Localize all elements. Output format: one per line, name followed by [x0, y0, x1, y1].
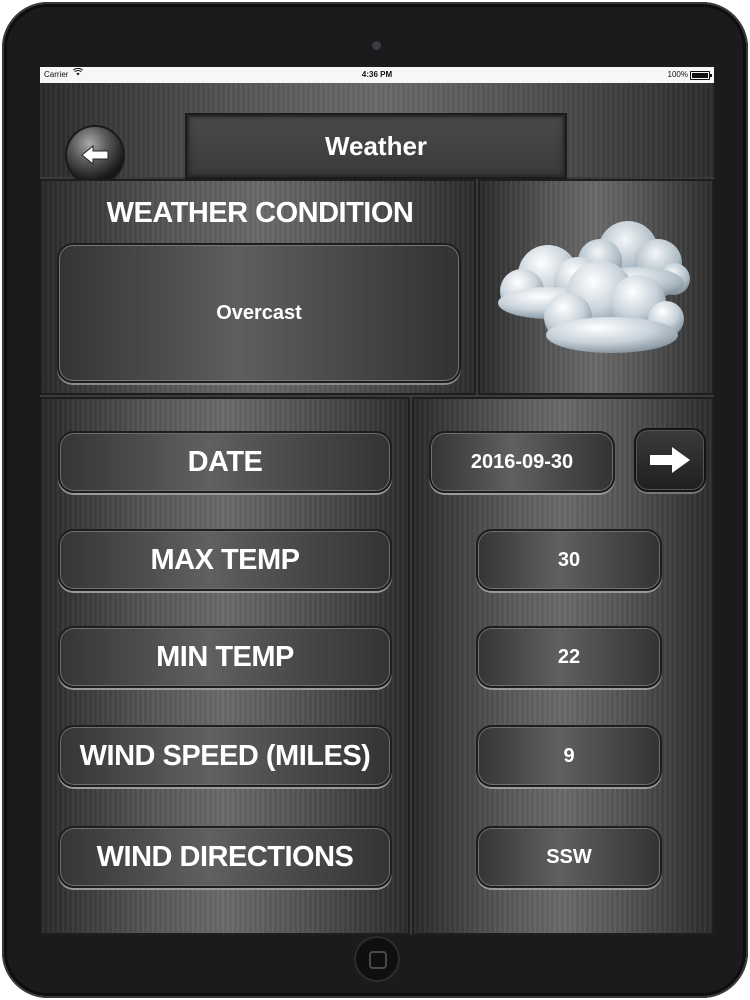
- max-temp-value: 30: [476, 529, 662, 591]
- back-button[interactable]: [67, 127, 123, 183]
- condition-heading: WEATHER CONDITION: [106, 197, 414, 229]
- tablet-frame: Carrier 4:36 PM 100% Weather WEATHER CON…: [2, 2, 748, 998]
- condition-value: Overcast: [216, 301, 302, 324]
- battery-percent: 100%: [667, 70, 688, 79]
- arrow-left-icon: [81, 144, 109, 166]
- wind-direction-value: SSW: [476, 826, 662, 888]
- camera-icon: [372, 41, 381, 50]
- next-day-button[interactable]: [634, 428, 706, 492]
- status-time: 4:36 PM: [361, 70, 393, 79]
- home-button-icon: [369, 951, 387, 969]
- app-screen: Carrier 4:36 PM 100% Weather WEATHER CON…: [40, 67, 714, 935]
- wind-speed-label: WIND SPEED (MILES): [58, 725, 392, 787]
- max-temp-label: MAX TEMP: [58, 529, 392, 591]
- arrow-right-icon: [650, 447, 690, 473]
- date-value: 2016-09-30: [429, 431, 615, 493]
- header-bar: Weather: [40, 83, 714, 183]
- values-panel: 2016-09-30 30 22 9 SSW: [412, 397, 714, 935]
- wind-direction-label: WIND DIRECTIONS: [58, 826, 392, 888]
- title-box: Weather: [185, 113, 567, 179]
- condition-box: Overcast: [57, 243, 461, 383]
- condition-panel: WEATHER CONDITION Overcast: [40, 179, 476, 395]
- min-temp-label: MIN TEMP: [58, 626, 392, 688]
- min-temp-value: 22: [476, 626, 662, 688]
- date-label: DATE: [58, 431, 392, 493]
- status-bar: Carrier 4:36 PM 100%: [40, 67, 714, 83]
- page-title: Weather: [324, 130, 428, 161]
- overcast-cloud-icon: [498, 221, 690, 353]
- wind-speed-value: 9: [476, 725, 662, 787]
- labels-panel: DATE MAX TEMP MIN TEMP WIND SPEED (MILES…: [40, 397, 410, 935]
- battery-icon: [690, 71, 712, 80]
- weather-icon-panel: [478, 179, 714, 395]
